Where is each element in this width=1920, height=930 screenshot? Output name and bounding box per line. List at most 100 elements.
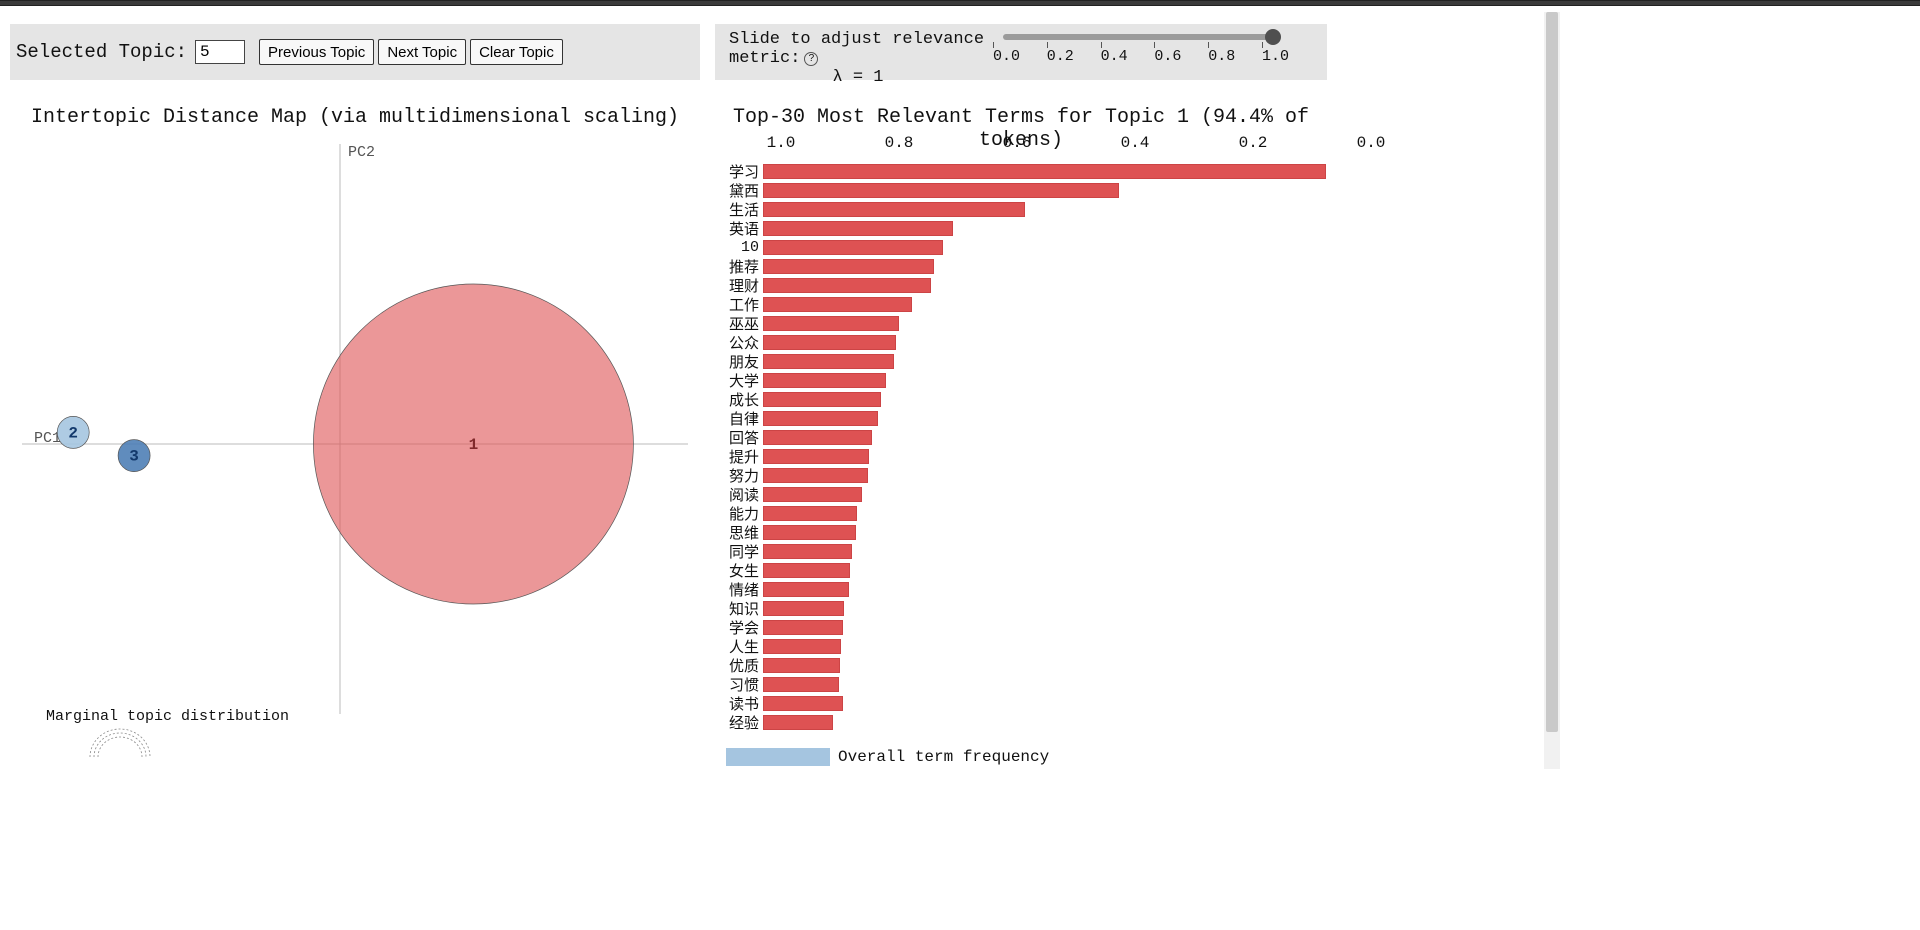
lambda-help-icon[interactable]: ? (804, 52, 818, 66)
term-row[interactable]: 人生 (715, 637, 1327, 656)
term-row[interactable]: 思维 (715, 523, 1327, 542)
term-bar (763, 411, 878, 426)
term-bar (763, 639, 841, 654)
term-bar (763, 316, 899, 331)
term-bar (763, 715, 833, 730)
marginal-topic-title: Marginal topic distribution (46, 708, 289, 725)
top-terms-rows: 学习黛西生活英语10推荐理财工作巫巫公众朋友大学成长自律回答提升努力阅读能力思维… (715, 162, 1327, 732)
term-row[interactable]: 回答 (715, 428, 1327, 447)
axis-tick: 0.0 (1357, 134, 1386, 152)
term-row[interactable]: 情绪 (715, 580, 1327, 599)
topic-bubble-label: 3 (129, 448, 139, 466)
topic-bubble-label: 2 (68, 424, 78, 442)
term-row[interactable]: 读书 (715, 694, 1327, 713)
scrollbar-thumb[interactable] (1546, 12, 1558, 732)
term-label: 朋友 (715, 351, 763, 372)
term-label: 提升 (715, 446, 763, 467)
lambda-slider-panel: Slide to adjust relevance metric: ? λ = … (715, 24, 1327, 80)
term-row[interactable]: 巫巫 (715, 314, 1327, 333)
term-bar (763, 278, 931, 293)
term-row[interactable]: 习惯 (715, 675, 1327, 694)
lambda-slider-ticks: 0.00.20.40.60.81.0 (1003, 42, 1273, 65)
term-row[interactable]: 女生 (715, 561, 1327, 580)
clear-topic-button[interactable]: Clear Topic (470, 39, 563, 65)
term-row[interactable]: 理财 (715, 276, 1327, 295)
term-bar (763, 696, 843, 711)
term-row[interactable]: 阅读 (715, 485, 1327, 504)
lambda-tick: 0.8 (1208, 42, 1209, 65)
term-label: 成长 (715, 389, 763, 410)
term-row[interactable]: 推荐 (715, 257, 1327, 276)
term-row[interactable]: 英语 (715, 219, 1327, 238)
previous-topic-button[interactable]: Previous Topic (259, 39, 374, 65)
lambda-slider-wrap: 0.00.20.40.60.81.0 (995, 24, 1327, 80)
term-row[interactable]: 学会 (715, 618, 1327, 637)
term-label: 10 (715, 239, 763, 256)
term-row[interactable]: 工作 (715, 295, 1327, 314)
term-row[interactable]: 努力 (715, 466, 1327, 485)
term-row[interactable]: 能力 (715, 504, 1327, 523)
term-row[interactable]: 10 (715, 238, 1327, 257)
term-bar (763, 335, 896, 350)
term-row[interactable]: 朋友 (715, 352, 1327, 371)
vertical-scrollbar[interactable] (1544, 12, 1560, 769)
term-label: 黛西 (715, 180, 763, 201)
overall-frequency-label: Overall term frequency (838, 748, 1049, 766)
axis-tick: 0.8 (885, 134, 914, 152)
term-bar (763, 563, 850, 578)
intertopic-map-svg: PC2PC1123 (10, 134, 700, 724)
term-row[interactable]: 生活 (715, 200, 1327, 219)
term-label: 同学 (715, 541, 763, 562)
term-row[interactable]: 大学 (715, 371, 1327, 390)
term-label: 阅读 (715, 484, 763, 505)
term-row[interactable]: 黛西 (715, 181, 1327, 200)
term-row[interactable]: 经验 (715, 713, 1327, 732)
term-label: 学习 (715, 161, 763, 182)
selected-topic-input[interactable] (195, 40, 245, 64)
axis-tick: 0.4 (1121, 134, 1150, 152)
term-bar (763, 164, 1326, 179)
intertopic-map-area: PC2PC1123 (10, 134, 700, 724)
term-label: 学会 (715, 617, 763, 638)
lambda-tick: 0.4 (1101, 42, 1102, 65)
term-bar (763, 373, 886, 388)
axis-tick: 0.6 (1003, 134, 1032, 152)
pyldavis-viewport: Selected Topic: Previous Topic Next Topi… (0, 6, 1560, 769)
lambda-slider-thumb[interactable] (1265, 29, 1281, 45)
term-label: 回答 (715, 427, 763, 448)
term-bar (763, 601, 844, 616)
overall-frequency-swatch (726, 748, 830, 766)
lambda-slider-caption: Slide to adjust relevance metric: ? λ = … (715, 24, 995, 80)
term-row[interactable]: 自律 (715, 409, 1327, 428)
term-bar (763, 677, 839, 692)
term-row[interactable]: 知识 (715, 599, 1327, 618)
next-topic-button[interactable]: Next Topic (378, 39, 466, 65)
term-bar (763, 202, 1025, 217)
term-label: 人生 (715, 636, 763, 657)
term-bar (763, 544, 852, 559)
term-row[interactable]: 提升 (715, 447, 1327, 466)
term-label: 自律 (715, 408, 763, 429)
top-terms-area: 1.00.80.60.40.20.0 学习黛西生活英语10推荐理财工作巫巫公众朋… (715, 134, 1327, 732)
term-bar (763, 240, 943, 255)
top-terms-axis: 1.00.80.60.40.20.0 (733, 134, 1327, 156)
term-bar (763, 430, 872, 445)
term-bar (763, 354, 894, 369)
term-label: 公众 (715, 332, 763, 353)
axis-tick: 1.0 (767, 134, 796, 152)
term-bar (763, 525, 856, 540)
selected-topic-label: Selected Topic: (16, 41, 187, 63)
term-bar (763, 297, 912, 312)
lambda-tick: 1.0 (1262, 42, 1263, 65)
term-label: 情绪 (715, 579, 763, 600)
term-row[interactable]: 同学 (715, 542, 1327, 561)
topic-bubble-label: 1 (469, 436, 479, 454)
term-row[interactable]: 公众 (715, 333, 1327, 352)
lambda-value-label: λ = 1 (729, 68, 987, 87)
term-bar (763, 658, 840, 673)
lambda-tick: 0.2 (1047, 42, 1048, 65)
term-row[interactable]: 优质 (715, 656, 1327, 675)
term-row[interactable]: 学习 (715, 162, 1327, 181)
lambda-slider-track[interactable] (1003, 34, 1273, 40)
term-row[interactable]: 成长 (715, 390, 1327, 409)
